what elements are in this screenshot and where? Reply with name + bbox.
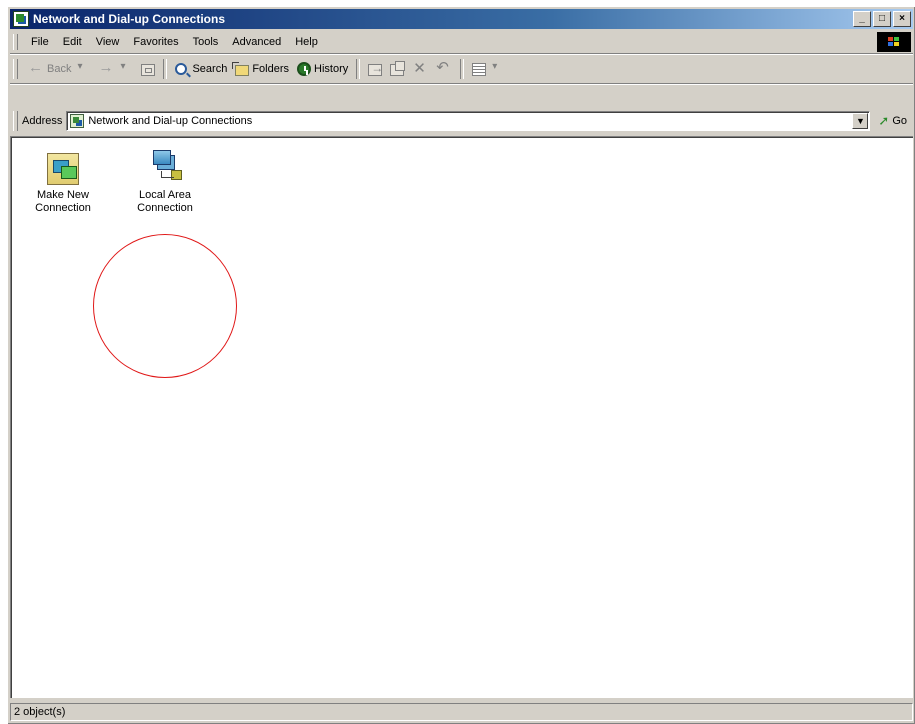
back-button[interactable]: Back [24, 57, 94, 81]
views-icon [472, 63, 487, 76]
search-button[interactable]: Search [171, 57, 231, 81]
make-new-connection-icon[interactable] [47, 153, 79, 185]
title-bar[interactable]: Network and Dial-up Connections _ □ × [10, 9, 913, 29]
network-folder-icon[interactable] [13, 11, 29, 27]
address-input[interactable]: Network and Dial-up Connections ▼ [66, 111, 871, 131]
address-bar-grip[interactable] [13, 111, 18, 131]
minimize-button[interactable]: _ [853, 11, 871, 27]
menu-bar-grip[interactable] [13, 34, 18, 50]
up-button[interactable] [137, 57, 159, 81]
item-label: Local Area Connection [137, 189, 193, 215]
menu-advanced[interactable]: Advanced [225, 34, 288, 50]
toolbar-grip[interactable] [13, 59, 18, 79]
highlight-circle-annotation [93, 234, 237, 378]
item-label-line: Connection [35, 202, 91, 214]
status-object-count: 2 object(s) [10, 703, 913, 721]
up-folder-icon [141, 64, 156, 76]
item-label: Make New Connection [35, 189, 91, 215]
copy-to-button[interactable] [386, 57, 408, 81]
local-area-connection-icon[interactable] [149, 149, 182, 181]
windows-flag-icon [888, 37, 900, 47]
move-to-button[interactable] [364, 57, 386, 81]
menu-help[interactable]: Help [288, 34, 325, 50]
views-dropdown-icon[interactable] [489, 61, 505, 77]
menu-edit[interactable]: Edit [56, 34, 89, 50]
history-icon [297, 62, 312, 76]
search-icon [175, 63, 188, 75]
back-button-label: Back [47, 63, 72, 75]
search-button-label: Search [192, 63, 228, 75]
item-label-line: Local Area [139, 189, 191, 201]
status-bar: 2 object(s) [10, 702, 913, 722]
go-button[interactable]: ➚ Go [870, 113, 913, 129]
caption-buttons: _ □ × [853, 11, 911, 27]
local-area-connection-item[interactable]: Local Area Connection [121, 149, 209, 215]
menu-tools[interactable]: Tools [186, 34, 226, 50]
explorer-window: Network and Dial-up Connections _ □ × Fi… [7, 6, 915, 724]
folders-icon [232, 62, 250, 76]
delete-button[interactable] [408, 57, 432, 81]
undo-icon [436, 58, 452, 77]
go-button-label: Go [892, 115, 907, 127]
maximize-button[interactable]: □ [873, 11, 891, 27]
network-connections-icon [70, 114, 85, 128]
delete-icon [412, 59, 428, 77]
go-arrow-icon: ➚ [878, 113, 890, 128]
item-label-line: Make New [37, 189, 89, 201]
windows-logo [877, 32, 911, 52]
forward-arrow-icon [98, 59, 114, 77]
views-button[interactable] [468, 57, 509, 81]
undo-button[interactable] [432, 57, 456, 81]
address-label: Address [22, 115, 63, 127]
toolbar-separator [356, 59, 361, 79]
back-dropdown-icon[interactable] [74, 61, 90, 77]
close-button[interactable]: × [893, 11, 911, 27]
menu-favorites[interactable]: Favorites [126, 34, 185, 50]
standard-toolbar: Back Search Folders History [10, 55, 913, 84]
item-label-line: Connection [137, 202, 193, 214]
forward-dropdown-icon[interactable] [117, 61, 133, 77]
move-to-icon [368, 61, 383, 76]
history-button-label: History [314, 63, 349, 75]
forward-button[interactable] [94, 57, 137, 81]
copy-to-icon [390, 61, 406, 76]
toolbar-separator [163, 59, 168, 79]
make-new-connection-item[interactable]: Make New Connection [19, 153, 107, 215]
network-plug-icon [171, 170, 182, 180]
menu-bar: File Edit View Favorites Tools Advanced … [10, 31, 913, 54]
folders-button-label: Folders [252, 63, 290, 75]
folders-button[interactable]: Folders [231, 57, 293, 81]
address-dropdown-button[interactable]: ▼ [852, 113, 869, 129]
menu-view[interactable]: View [89, 34, 127, 50]
back-arrow-icon [28, 59, 44, 77]
window-title: Network and Dial-up Connections [33, 12, 226, 26]
toolbar-separator [460, 59, 465, 79]
menu-file[interactable]: File [24, 34, 56, 50]
address-value[interactable]: Network and Dial-up Connections [88, 115, 852, 127]
history-button[interactable]: History [293, 57, 352, 81]
folder-content-pane[interactable]: Make New Connection Local Area Connectio… [10, 136, 913, 698]
address-bar: Address Network and Dial-up Connections … [10, 108, 913, 134]
